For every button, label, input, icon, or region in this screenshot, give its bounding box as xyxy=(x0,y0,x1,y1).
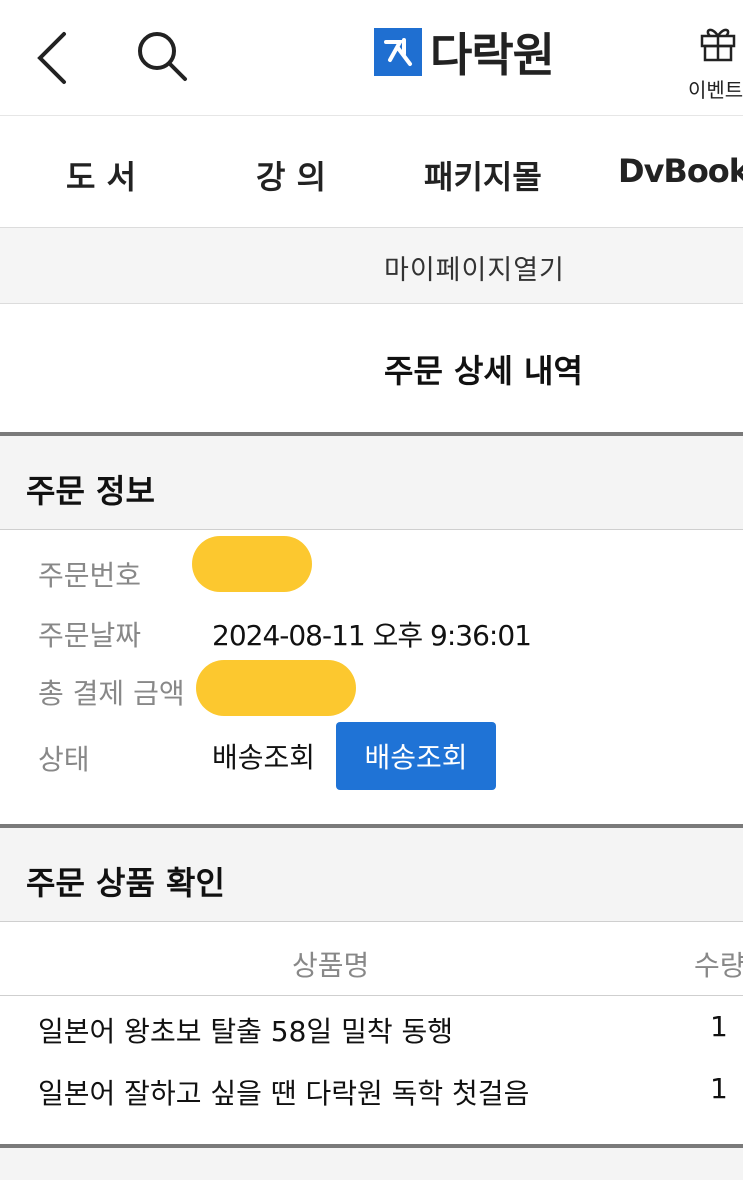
top-header: 다락원 이벤트 xyxy=(0,0,743,116)
nav-item-dvbook[interactable]: DvBook xyxy=(618,152,743,190)
column-header-quantity: 수량 xyxy=(694,949,743,982)
product-quantity: 1 xyxy=(710,1010,728,1043)
order-number-label: 주문번호 xyxy=(38,559,142,592)
product-name[interactable]: 일본어 잘하고 싶을 땐 다락원 독학 첫걸음 xyxy=(38,1072,529,1112)
column-header-product-name: 상품명 xyxy=(292,949,370,982)
status-value: 배송조회 xyxy=(212,741,316,774)
track-delivery-button[interactable]: 배송조회 xyxy=(336,722,496,790)
bottom-section-divider xyxy=(0,1144,743,1180)
order-info-header: 주문 정보 xyxy=(0,432,743,530)
chevron-left-icon xyxy=(37,32,66,84)
total-amount-redaction xyxy=(196,660,356,716)
darakwon-logo[interactable]: 다락원 xyxy=(374,24,555,82)
total-amount-label: 총 결제 금액 xyxy=(38,677,185,710)
category-nav: 도 서 강 의 패키지몰 DvBook xyxy=(0,116,743,228)
logo-text: 다락원 xyxy=(430,28,555,82)
product-name[interactable]: 일본어 왕초보 탈출 58일 밀착 동행 xyxy=(38,1010,453,1050)
back-button[interactable] xyxy=(26,28,76,88)
event-button[interactable]: 이벤트 xyxy=(684,18,743,104)
order-items-title: 주문 상품 확인 xyxy=(26,864,225,902)
open-mypage-link[interactable]: 마이페이지열기 xyxy=(384,248,565,287)
order-items-header: 주문 상품 확인 xyxy=(0,824,743,922)
status-label: 상태 xyxy=(38,743,90,776)
nav-item-lectures[interactable]: 강 의 xyxy=(256,152,326,198)
event-label: 이벤트 xyxy=(688,78,743,102)
search-button[interactable] xyxy=(130,26,194,86)
page-title: 주문 상세 내역 xyxy=(384,352,583,390)
product-quantity: 1 xyxy=(710,1072,728,1105)
mypage-bar: 마이페이지열기 xyxy=(0,228,743,304)
order-date-label: 주문날짜 xyxy=(38,619,142,652)
search-icon xyxy=(138,32,187,81)
logo-mark-icon xyxy=(374,28,422,76)
nav-item-books[interactable]: 도 서 xyxy=(66,152,136,198)
order-info-title: 주문 정보 xyxy=(26,472,155,510)
order-number-redaction xyxy=(192,536,312,592)
order-date-value: 2024-08-11 오후 9:36:01 xyxy=(212,619,532,652)
nav-item-package-mall[interactable]: 패키지몰 xyxy=(424,152,542,198)
gift-icon xyxy=(700,28,736,62)
items-table-header: 상품명 수량 xyxy=(0,922,743,996)
